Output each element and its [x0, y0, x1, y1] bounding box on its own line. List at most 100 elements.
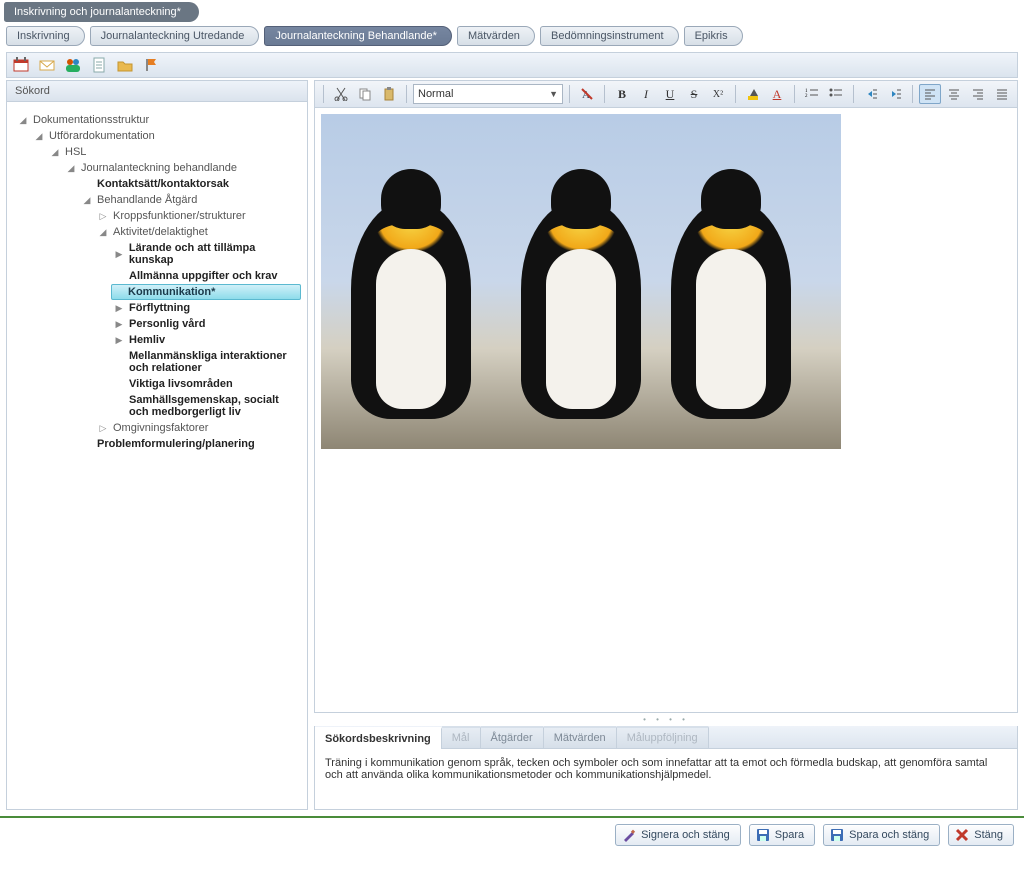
separator — [604, 85, 605, 103]
paste-icon[interactable] — [378, 84, 400, 104]
chevron-down-icon: ▼ — [549, 89, 558, 99]
separator — [735, 85, 736, 103]
inserted-image[interactable] — [321, 114, 841, 449]
tab-atgarder[interactable]: Åtgärder — [481, 726, 544, 748]
close-button[interactable]: Stäng — [948, 824, 1014, 846]
tree-panel: Sökord ◢Dokumentationsstruktur ◢Utförard… — [6, 80, 308, 810]
sign-and-close-button[interactable]: Signera och stäng — [615, 824, 741, 846]
collapse-icon[interactable]: ◢ — [97, 226, 109, 238]
tree: ◢Dokumentationsstruktur ◢Utförardokument… — [7, 102, 307, 809]
people-icon[interactable] — [65, 57, 81, 73]
expand-icon[interactable]: ▶ — [113, 302, 125, 314]
tree-node-kontakt[interactable]: Kontaktsätt/kontaktorsak — [13, 176, 301, 192]
flag-icon[interactable] — [143, 57, 159, 73]
align-justify-icon[interactable] — [991, 84, 1013, 104]
separator — [323, 85, 324, 103]
tab-matvarden[interactable]: Mätvärden — [544, 726, 617, 748]
tree-node-beh[interactable]: ◢Behandlande Åtgärd — [13, 192, 301, 208]
crumb-epikris[interactable]: Epikris — [684, 26, 743, 46]
superscript-button[interactable]: X² — [707, 84, 729, 104]
crumb-inskrivning[interactable]: Inskrivning — [6, 26, 85, 46]
remove-format-icon[interactable]: A — [576, 84, 598, 104]
action-toolbar — [6, 52, 1018, 78]
tab-mal[interactable]: Mål — [442, 726, 481, 748]
tree-node-hemliv[interactable]: ▶Hemliv — [13, 332, 301, 348]
save-icon — [756, 828, 770, 842]
font-color-icon[interactable]: A — [766, 84, 788, 104]
align-left-icon[interactable] — [919, 84, 941, 104]
tree-node-larande[interactable]: ▶Lärande och att tillämpa kunskap — [13, 240, 301, 268]
highlight-icon[interactable] — [742, 84, 764, 104]
paragraph-style-select[interactable]: Normal▼ — [413, 84, 563, 104]
mail-icon[interactable] — [39, 57, 55, 73]
expand-icon[interactable]: ▶ — [113, 334, 125, 346]
tree-node-kropp[interactable]: ▷Kroppsfunktioner/strukturer — [13, 208, 301, 224]
tree-node-forflyttning[interactable]: ▶Förflyttning — [13, 300, 301, 316]
splitter-handle[interactable]: • • • • — [314, 713, 1018, 726]
tree-node-root[interactable]: ◢Dokumentationsstruktur — [13, 112, 301, 128]
save-and-close-button[interactable]: Spara och stäng — [823, 824, 940, 846]
expand-icon[interactable]: ▶ — [113, 248, 125, 260]
italic-button[interactable]: I — [635, 84, 657, 104]
tree-header: Sökord — [7, 81, 307, 102]
pen-icon — [622, 828, 636, 842]
collapse-icon[interactable]: ◢ — [65, 162, 77, 174]
expand-icon[interactable]: ▶ — [113, 318, 125, 330]
footer-bar: Signera och stäng Spara Spara och stäng … — [0, 816, 1024, 846]
separator — [853, 85, 854, 103]
editor-content[interactable] — [314, 108, 1018, 713]
cut-icon[interactable] — [330, 84, 352, 104]
tree-node-utfor[interactable]: ◢Utförardokumentation — [13, 128, 301, 144]
separator — [569, 85, 570, 103]
tree-node-hsl[interactable]: ◢HSL — [13, 144, 301, 160]
tree-node-samhall[interactable]: Samhällsgemenskap, socialt och medborger… — [13, 392, 301, 420]
tree-node-viktiga[interactable]: Viktiga livsområden — [13, 376, 301, 392]
tab-maluppfoljning[interactable]: Måluppföljning — [617, 726, 709, 748]
tree-node-aktivitet[interactable]: ◢Aktivitet/delaktighet — [13, 224, 301, 240]
collapse-icon[interactable]: ◢ — [33, 130, 45, 142]
collapse-icon[interactable]: ◢ — [17, 114, 29, 126]
indent-icon[interactable] — [884, 84, 906, 104]
editor-toolbar: Normal▼ A B I U S X² A 12 — [314, 80, 1018, 108]
tree-node-kommunikation[interactable]: Kommunikation* — [111, 284, 301, 300]
align-center-icon[interactable] — [943, 84, 965, 104]
tree-node-omgivning[interactable]: ▷Omgivningsfaktorer — [13, 420, 301, 436]
breadcrumb-bar: Inskrivning Journalanteckning Utredande … — [0, 22, 1024, 50]
unordered-list-icon[interactable] — [825, 84, 847, 104]
save-button[interactable]: Spara — [749, 824, 815, 846]
folder-icon[interactable] — [117, 57, 133, 73]
close-icon — [955, 828, 969, 842]
document-icon[interactable] — [91, 57, 107, 73]
detail-tabs: Sökordsbeskrivning Mål Åtgärder Mätvärde… — [314, 726, 1018, 810]
separator — [406, 85, 407, 103]
strikethrough-button[interactable]: S — [683, 84, 705, 104]
tree-node-personlig[interactable]: ▶Personlig vård — [13, 316, 301, 332]
editor-panel: Normal▼ A B I U S X² A 12 — [314, 80, 1018, 810]
crumb-bedomning[interactable]: Bedömningsinstrument — [540, 26, 679, 46]
ordered-list-icon[interactable]: 12 — [801, 84, 823, 104]
tab-content: Träning i kommunikation genom språk, tec… — [315, 749, 1017, 809]
copy-icon[interactable] — [354, 84, 376, 104]
module-tab[interactable]: Inskrivning och journalanteckning* — [4, 2, 199, 22]
separator — [794, 85, 795, 103]
tree-node-mellan[interactable]: Mellanmänskliga interaktioner och relati… — [13, 348, 301, 376]
tab-sokordsbeskrivning[interactable]: Sökordsbeskrivning — [315, 727, 442, 749]
crumb-matvarden[interactable]: Mätvärden — [457, 26, 535, 46]
save-icon — [830, 828, 844, 842]
collapse-icon[interactable]: ◢ — [81, 194, 93, 206]
crumb-journal-behandlande[interactable]: Journalanteckning Behandlande* — [264, 26, 451, 46]
align-right-icon[interactable] — [967, 84, 989, 104]
collapse-icon[interactable]: ◢ — [49, 146, 61, 158]
separator — [912, 85, 913, 103]
expand-icon[interactable]: ▷ — [97, 422, 109, 434]
svg-text:2: 2 — [805, 94, 808, 99]
underline-button[interactable]: U — [659, 84, 681, 104]
tree-node-allmanna[interactable]: Allmänna uppgifter och krav — [13, 268, 301, 284]
bold-button[interactable]: B — [611, 84, 633, 104]
crumb-journal-utredande[interactable]: Journalanteckning Utredande — [90, 26, 260, 46]
calendar-icon[interactable] — [13, 57, 29, 73]
tree-node-journalbeh[interactable]: ◢Journalanteckning behandlande — [13, 160, 301, 176]
expand-icon[interactable]: ▷ — [97, 210, 109, 222]
tree-node-problem[interactable]: Problemformulering/planering — [13, 436, 301, 452]
outdent-icon[interactable] — [860, 84, 882, 104]
